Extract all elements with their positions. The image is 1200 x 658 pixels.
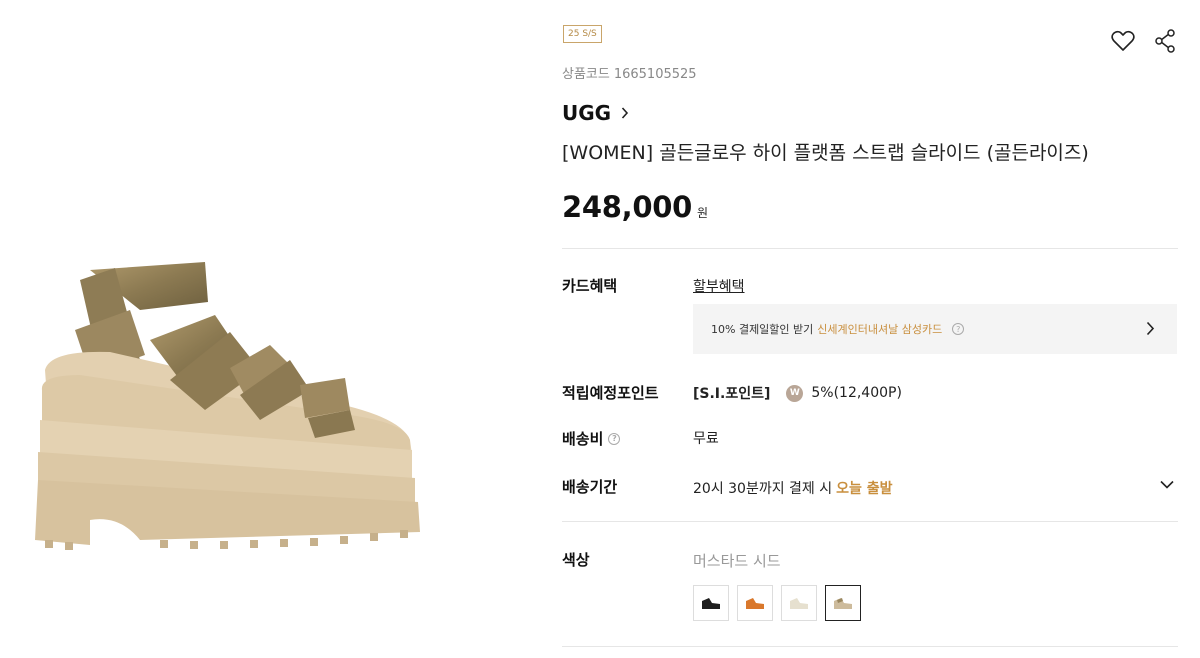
color-swatch-black[interactable] [693,585,729,621]
shipping-fee-value: 무료 [693,431,719,447]
card-promo-accent: 신세계인터내셔날 삼성카드 [817,323,943,336]
shipping-period-value: 20시 30분까지 결제 시 오늘 출발 [693,478,893,498]
color-swatch-mustard-seed[interactable] [825,585,861,621]
brand-link[interactable]: UGG [562,101,629,125]
shipping-period-text: 20시 30분까지 결제 시 [693,481,833,497]
price-unit: 원 [697,206,709,220]
points-prefix: [S.I.포인트] [693,386,771,402]
chevron-right-icon [1146,321,1155,336]
card-promo-text: 10% 결제일할인 받기 [711,323,814,336]
product-code: 상품코드 1665105525 [562,63,697,82]
sandal-thumbnail-icon [702,598,720,609]
sandal-thumbnail-icon [790,598,808,609]
divider [562,646,1178,647]
color-swatch-orange[interactable] [737,585,773,621]
selected-color-name: 머스타드 시드 [693,552,781,570]
divider [562,521,1178,522]
card-promo-banner[interactable]: 10% 결제일할인 받기 신세계인터내셔날 삼성카드 ? [693,304,1177,354]
product-code-label: 상품코드 [562,67,610,82]
heart-icon[interactable] [1110,28,1136,54]
chevron-right-icon [621,107,629,119]
installment-benefit-link[interactable]: 할부혜택 [693,276,745,296]
product-title: [WOMEN] 골든글로우 하이 플랫폼 스트랩 슬라이드 (골든라이즈) [562,142,1089,164]
shipping-fee-label: 배송비 [562,430,604,448]
color-swatch-cream[interactable] [781,585,817,621]
card-benefit-label: 카드혜택 [562,277,618,295]
product-code-value: 1665105525 [613,67,697,82]
shipping-today-accent: 오늘 출발 [836,481,893,497]
shipping-period-label: 배송기간 [562,478,618,496]
color-swatches [693,585,861,621]
brand-name: UGG [562,101,612,125]
help-icon[interactable]: ? [608,432,621,445]
installment-benefit-text: 할부혜택 [693,279,745,295]
price-amount: 248,000 [562,190,692,224]
sandal-thumbnail-icon [834,598,852,609]
points-label: 적립예정포인트 [562,384,659,402]
sandal-thumbnail-icon [746,598,764,609]
si-point-icon: W [786,384,804,402]
share-icon[interactable] [1152,28,1178,54]
color-label: 색상 [562,551,590,569]
season-badge: 25 S/S [563,25,602,43]
price: 248,000 원 [562,190,708,224]
divider [562,248,1178,249]
chevron-down-icon[interactable] [1160,480,1174,489]
product-image [20,240,440,570]
points-value: 5%(12,400P) [811,385,902,401]
top-actions [1110,28,1178,54]
help-icon[interactable]: ? [952,323,965,335]
points-value-row: [S.I.포인트] W 5%(12,400P) [693,383,902,403]
shipping-fee-label-row: 배송비 ? [562,428,621,449]
product-info-panel: 25 S/S 상품코드 1665105525 UGG [WOMEN] 골든글로우 … [562,0,1178,658]
